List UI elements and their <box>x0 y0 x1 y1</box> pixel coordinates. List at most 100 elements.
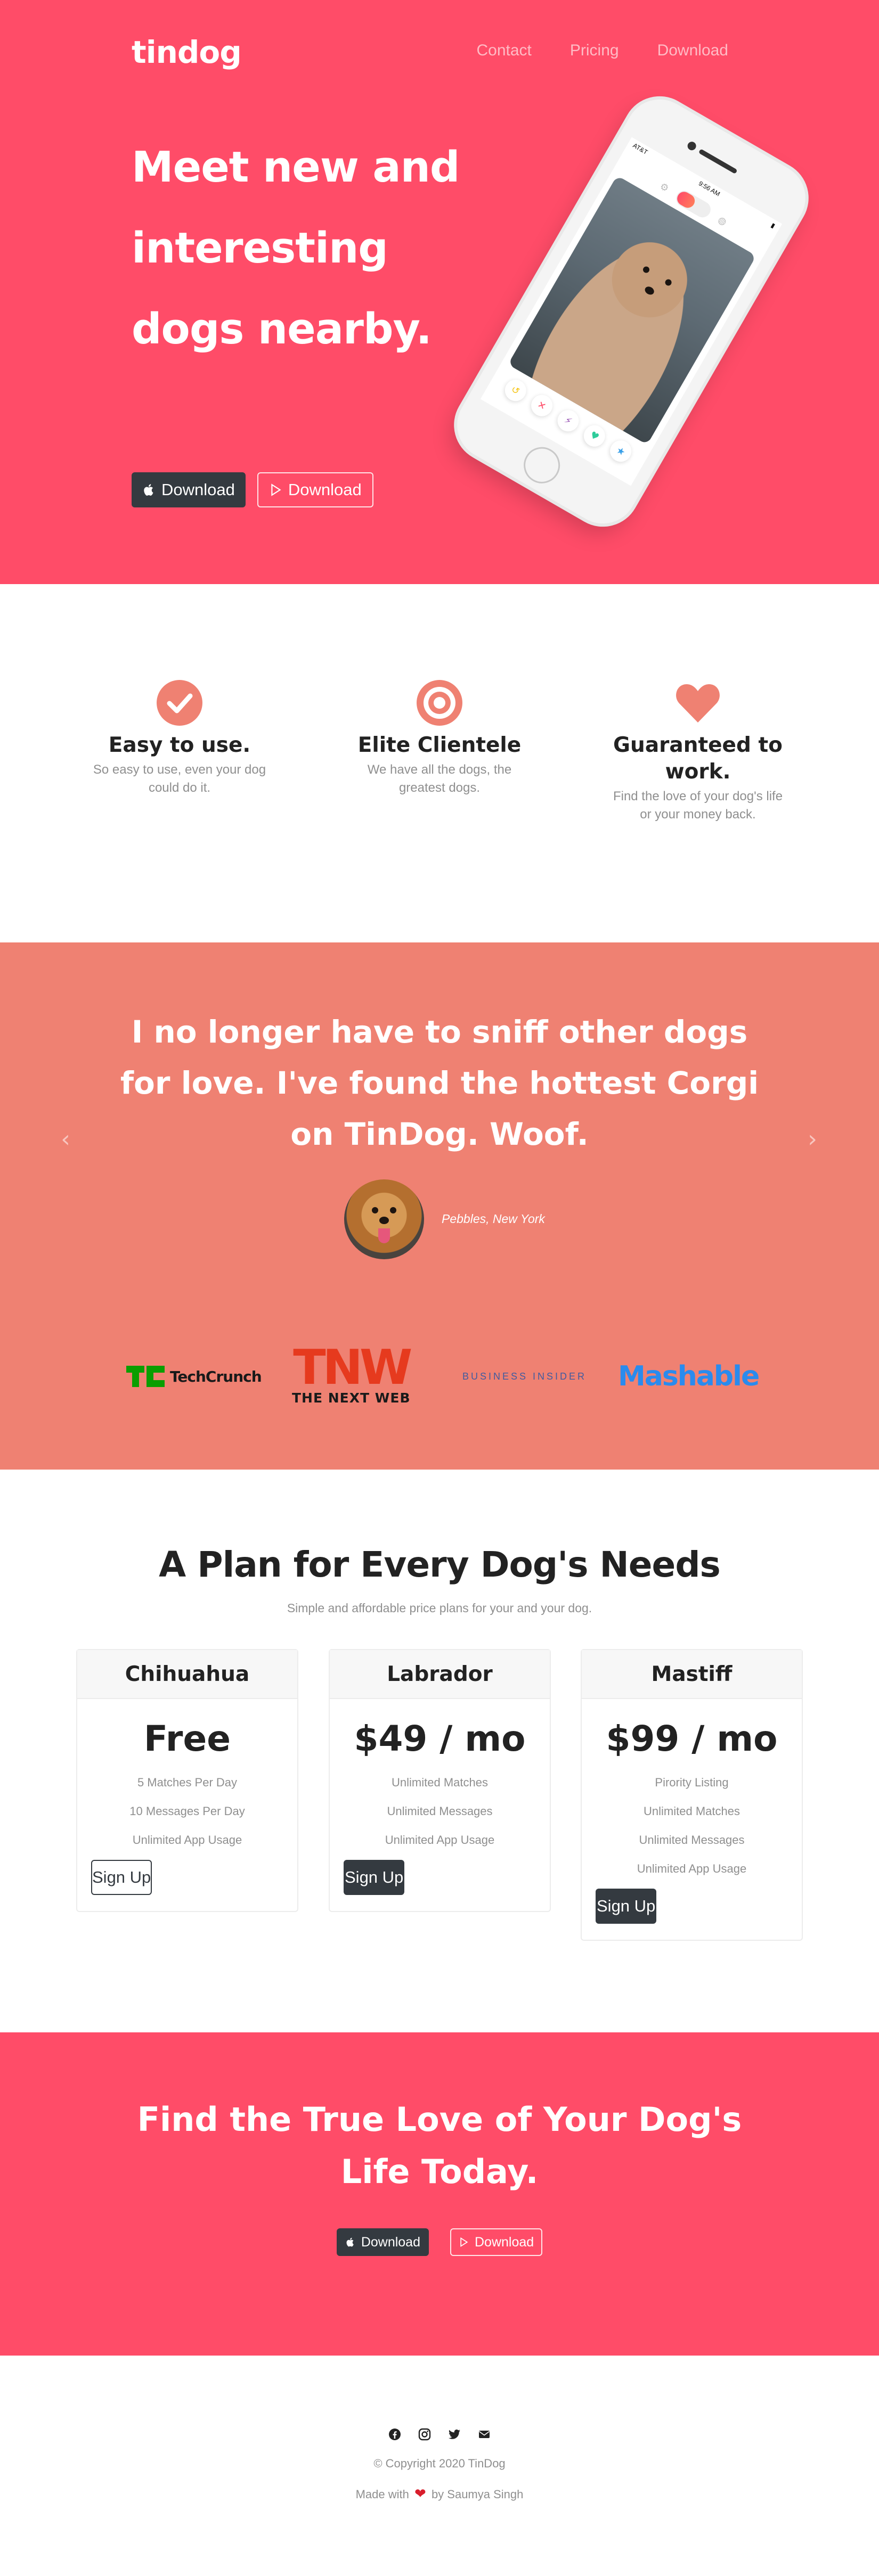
instagram-icon[interactable] <box>418 2428 431 2441</box>
made-with-text: Made with ❤ by Saumya Singh <box>0 2485 879 2502</box>
nav-pricing[interactable]: Pricing <box>570 42 619 60</box>
feature-text: Find the love of your dog's life or your… <box>613 789 783 822</box>
phone-settings-icon: ⚙ <box>657 180 671 194</box>
cta-download-android-button[interactable]: Download <box>450 2228 543 2256</box>
twitter-icon[interactable] <box>448 2428 461 2441</box>
plan-price: $49 / mo <box>354 1718 526 1759</box>
bullseye-icon <box>417 680 462 726</box>
pricing-section: A Plan for Every Dog's Needs Simple and … <box>0 1470 879 2032</box>
facebook-icon[interactable] <box>388 2428 401 2441</box>
testimonial-quote: I no longer have to sniff other dogs for… <box>120 1014 759 1152</box>
feature-text: We have all the dogs, the greatest dogs. <box>367 762 512 795</box>
social-links <box>0 2428 879 2441</box>
heart-icon <box>676 684 720 723</box>
top-nav: Contact Pricing Download <box>438 42 728 60</box>
dog-nose <box>643 285 656 297</box>
brand-logo[interactable]: tindog <box>132 34 242 70</box>
nav-contact[interactable]: Contact <box>476 42 531 60</box>
plan-feature-item: 10 Messages Per Day <box>129 1804 245 1818</box>
press-logo-tnw: TNW THE NEXT WEB <box>292 1340 412 1408</box>
plan-feature-item: Unlimited Messages <box>387 1804 493 1818</box>
download-android-label: Download <box>288 480 362 499</box>
plan-price: Free <box>144 1718 231 1759</box>
techcrunch-text: TechCrunch <box>170 1367 262 1385</box>
phone-undo-icon: ↺ <box>501 376 530 405</box>
plan-feature-item: Unlimited Messages <box>639 1833 745 1847</box>
plan-features: 5 Matches Per Day 10 Messages Per Day Un… <box>77 1768 297 1855</box>
pricing-card-labrador: Labrador $49 / mo Unlimited Matches Unli… <box>329 1649 551 1912</box>
footer: © Copyright 2020 TinDog Made with ❤ by S… <box>0 2356 879 2576</box>
carousel-prev-icon[interactable]: ‹ <box>55 1128 76 1151</box>
dog-eye <box>641 265 651 274</box>
feature-title: Elite Clientele <box>357 733 522 757</box>
signup-button[interactable]: Sign Up <box>344 1860 405 1895</box>
carousel-next-icon[interactable]: › <box>802 1128 823 1151</box>
made-with-prefix: Made with <box>355 2488 409 2501</box>
feature-title: Easy to use. <box>108 733 251 757</box>
plan-name: Chihuahua <box>77 1650 297 1699</box>
envelope-icon[interactable] <box>478 2428 491 2441</box>
pricing-subtitle: Simple and affordable price plans for yo… <box>287 1601 592 1615</box>
cta-download-android-label: Download <box>475 2234 534 2250</box>
apple-icon <box>144 484 153 496</box>
phone-battery-icon: ▮ <box>769 221 777 230</box>
pricing-title: A Plan for Every Dog's Needs <box>159 1544 721 1585</box>
feature-easy: Easy to use. So easy to use, even your d… <box>92 679 267 797</box>
phone-speaker <box>698 149 738 175</box>
download-ios-label: Download <box>161 480 235 499</box>
testimonials-section: ‹ I no longer have to sniff other dogs f… <box>0 942 879 1470</box>
copyright-text: © Copyright 2020 TinDog <box>373 2457 506 2470</box>
phone-camera <box>686 140 698 152</box>
avatar-eye <box>390 1207 396 1213</box>
plan-name: Mastiff <box>582 1650 802 1699</box>
dog-eye <box>664 278 673 287</box>
plan-features: Unlimited Matches Unlimited Messages Unl… <box>330 1768 550 1855</box>
testimonial-author: Pebbles, New York <box>442 1212 545 1226</box>
download-ios-button[interactable]: Download <box>132 472 246 507</box>
phone-boost-icon: ⚡ <box>554 406 583 436</box>
download-android-button[interactable]: Download <box>257 472 373 507</box>
hero-download-buttons: Download Download <box>132 472 373 507</box>
phone-like-icon: ♥ <box>580 422 609 451</box>
plan-feature-item: Unlimited Matches <box>392 1776 488 1789</box>
hero-heading: Meet new and interesting dogs nearby. <box>132 143 460 354</box>
phone-nope-icon: ✕ <box>527 391 557 420</box>
made-with-suffix: by Saumya Singh <box>431 2488 524 2501</box>
features-section: Easy to use. So easy to use, even your d… <box>0 584 879 942</box>
plan-name: Labrador <box>330 1650 550 1699</box>
heart-icon: ❤ <box>414 2485 426 2501</box>
plan-features: Pirority Listing Unlimited Matches Unlim… <box>582 1768 802 1883</box>
plan-feature-item: Unlimited App Usage <box>132 1833 242 1847</box>
plan-feature-item: Unlimited Matches <box>644 1804 740 1818</box>
plan-feature-item: Unlimited App Usage <box>385 1833 495 1847</box>
phone-home-button <box>517 440 567 490</box>
plan-feature-item: 5 Matches Per Day <box>137 1776 238 1789</box>
cta-heading: Find the True Love of Your Dog's Life To… <box>137 2100 742 2191</box>
cta-download-ios-button[interactable]: Download <box>336 2228 429 2256</box>
feature-text: So easy to use, even your dog could do i… <box>93 762 266 795</box>
feature-elite: Elite Clientele We have all the dogs, th… <box>352 679 527 797</box>
tnw-small-text: THE NEXT WEB <box>292 1390 411 1406</box>
phone-chat-icon: ◍ <box>716 214 729 228</box>
testimonial-avatar <box>344 1179 424 1259</box>
cta-section: Find the True Love of Your Dog's Life To… <box>0 2032 879 2356</box>
nav-download[interactable]: Download <box>657 42 728 60</box>
check-circle-icon <box>157 680 202 726</box>
signup-button[interactable]: Sign Up <box>596 1889 657 1924</box>
press-logo-business-insider: BUSINESS INSIDER <box>462 1371 587 1382</box>
press-logo-techcrunch: TechCrunch <box>126 1344 262 1408</box>
cta-download-ios-label: Download <box>361 2234 420 2250</box>
cta-download-buttons: Download Download <box>0 2228 879 2256</box>
techcrunch-mark-icon <box>126 1366 165 1387</box>
signup-button[interactable]: Sign Up <box>91 1860 152 1895</box>
pricing-card-chihuahua: Chihuahua Free 5 Matches Per Day 10 Mess… <box>76 1649 298 1912</box>
hero-section: tindog Contact Pricing Download Meet new… <box>0 0 879 584</box>
phone-mockup-image: AT&T 9:56 AM ▮ ⚙ ◍ ↺ ✕ ⚡ ♥ ★ <box>444 87 818 536</box>
google-play-icon <box>271 483 281 496</box>
phone-screen: AT&T 9:56 AM ▮ ⚙ ◍ ↺ ✕ ⚡ ♥ ★ <box>480 137 783 486</box>
plan-feature-item: Unlimited App Usage <box>637 1862 747 1875</box>
avatar-eye <box>372 1207 378 1213</box>
pricing-card-mastiff: Mastiff $99 / mo Pirority Listing Unlimi… <box>581 1649 803 1941</box>
tnw-big-text: TNW <box>293 1340 412 1396</box>
phone-superlike-icon: ★ <box>606 437 636 466</box>
